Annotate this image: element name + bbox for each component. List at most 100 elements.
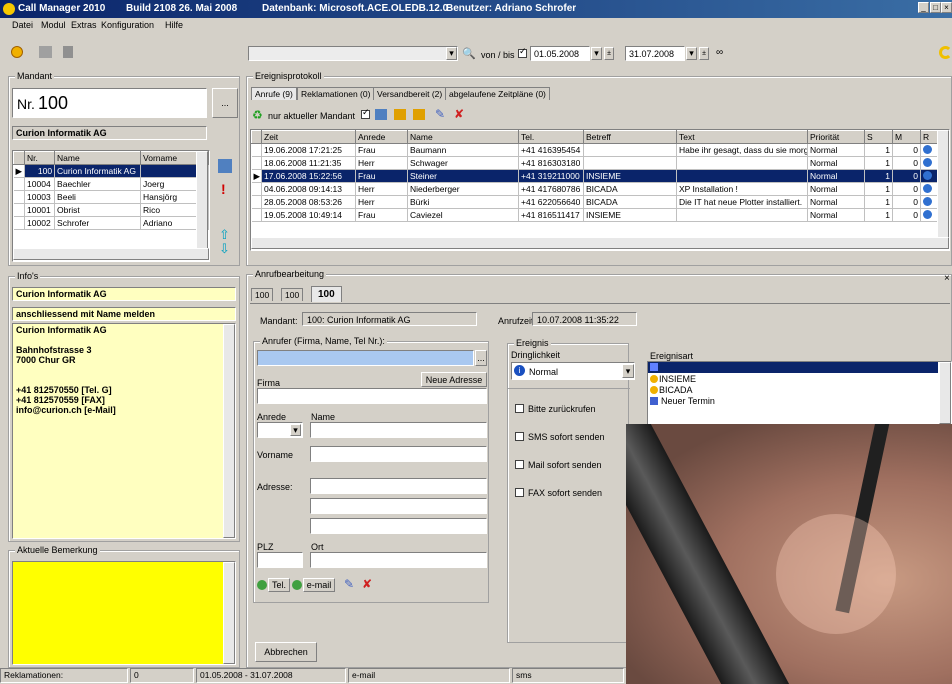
- date-from-field[interactable]: 01.05.2008: [530, 46, 590, 61]
- ereignisart-scrollbar[interactable]: [939, 362, 951, 424]
- ereignisart-item-bicada[interactable]: BICADA: [659, 385, 693, 395]
- contacts-icon[interactable]: [218, 159, 232, 173]
- maximize-button[interactable]: □: [930, 2, 941, 13]
- table-row[interactable]: 10002 Schrofer Adriano: [13, 216, 209, 230]
- minimize-button[interactable]: _: [918, 2, 929, 13]
- email-button[interactable]: e-mail: [303, 578, 335, 592]
- menu-extras[interactable]: Extras: [71, 20, 97, 30]
- tab-call-3[interactable]: 100: [311, 286, 342, 302]
- bemerkung-scrollbar[interactable]: [223, 562, 235, 664]
- date-from-spinner[interactable]: ±: [604, 47, 614, 60]
- col-zeit[interactable]: Zeit: [261, 130, 356, 144]
- date-to-dropdown[interactable]: ▾: [686, 47, 697, 60]
- table-row[interactable]: 19.06.2008 17:21:25 Frau Baumann +41 416395…: [251, 143, 949, 157]
- menu-hilfe[interactable]: Hilfe: [165, 20, 183, 30]
- glasses-icon[interactable]: ∞: [716, 47, 723, 58]
- fax-checkbox[interactable]: [515, 488, 524, 497]
- ereignisart-item-termin[interactable]: Neuer Termin: [661, 396, 715, 406]
- anrufer-search-field[interactable]: [257, 350, 474, 366]
- mail-checkbox[interactable]: [515, 460, 524, 469]
- abbrechen-button[interactable]: Abbrechen: [255, 642, 317, 662]
- mandant-browse-button[interactable]: ...: [212, 88, 238, 118]
- menu-datei[interactable]: Datei: [12, 20, 33, 30]
- search-icon[interactable]: 🔍: [462, 47, 476, 60]
- adresse-field-3[interactable]: [310, 518, 487, 534]
- table-row[interactable]: 04.06.2008 09:14:13 Herr Niederberger +41 4…: [251, 182, 949, 196]
- mandant-hscrollbar[interactable]: [13, 248, 209, 260]
- tab-versandbereit[interactable]: Versandbereit (2): [373, 87, 447, 100]
- ereignisart-item-insieme[interactable]: INSIEME: [659, 374, 696, 384]
- name-field[interactable]: [310, 422, 487, 438]
- anrede-dropdown[interactable]: ▾: [290, 424, 301, 436]
- tab-reklamationen[interactable]: Reklamationen (0): [297, 87, 375, 100]
- dringlichkeit-dropdown[interactable]: ▾: [622, 364, 634, 378]
- tab-anrufe[interactable]: Anrufe (9): [251, 87, 297, 100]
- plz-field[interactable]: [257, 552, 303, 568]
- mail-send-icon[interactable]: [292, 580, 302, 590]
- edit-icon[interactable]: ✎: [344, 577, 354, 591]
- sms-checkbox[interactable]: [515, 432, 524, 441]
- alert-icon[interactable]: !: [221, 181, 226, 197]
- col-anrede[interactable]: Anrede: [355, 130, 408, 144]
- dringlichkeit-select[interactable]: i Normal: [511, 362, 635, 380]
- table-row[interactable]: 28.05.2008 08:53:26 Herr Bürki +41 62205664…: [251, 195, 949, 209]
- firma-field[interactable]: [257, 388, 487, 404]
- menu-modul[interactable]: Modul: [41, 20, 66, 30]
- refresh-icon[interactable]: ♻: [252, 108, 263, 122]
- delete-icon[interactable]: ✘: [454, 107, 464, 121]
- bemerkung-text[interactable]: [12, 561, 236, 665]
- phone-icon[interactable]: [394, 109, 406, 120]
- mandant-vscrollbar[interactable]: [196, 151, 208, 249]
- infos-scrollbar[interactable]: [223, 324, 235, 538]
- anrufer-browse-button[interactable]: ...: [475, 350, 487, 366]
- col-m[interactable]: M: [892, 130, 921, 144]
- date-to-field[interactable]: 31.07.2008: [625, 46, 685, 61]
- ereignisart-selected-row[interactable]: [648, 362, 938, 373]
- print-icon[interactable]: [375, 109, 387, 120]
- protokoll-hscrollbar[interactable]: [251, 237, 949, 249]
- date-to-spinner[interactable]: ±: [699, 47, 709, 60]
- adresse-field-2[interactable]: [310, 498, 487, 514]
- rueckruf-checkbox[interactable]: [515, 404, 524, 413]
- neue-adresse-button[interactable]: Neue Adresse: [421, 372, 487, 387]
- table-row[interactable]: 10001 Obrist Rico: [13, 203, 209, 217]
- tab-abgelaufene[interactable]: abgelaufene Zeitpläne (0): [445, 87, 550, 100]
- table-row[interactable]: 10004 Baechler Joerg: [13, 177, 209, 191]
- users-icon[interactable]: [39, 46, 52, 58]
- table-row[interactable]: 18.06.2008 11:21:35 Herr Schwager +41 81630…: [251, 156, 949, 170]
- table-row[interactable]: ▶ 100 Curion Informatik AG: [13, 164, 209, 178]
- col-prioritaet[interactable]: Priorität: [807, 130, 865, 144]
- tel-button[interactable]: Tel.: [268, 578, 290, 592]
- close-panel-icon[interactable]: ×: [944, 273, 950, 284]
- col-name[interactable]: Name: [54, 151, 142, 165]
- ereignisart-list[interactable]: INSIEME BICADA Neuer Termin: [647, 361, 952, 425]
- arrow-down-icon[interactable]: ⇩: [219, 241, 230, 257]
- date-from-dropdown[interactable]: ▾: [591, 47, 602, 60]
- edit-icon[interactable]: ✎: [435, 107, 445, 121]
- mandant-nr-field[interactable]: Nr. 100: [12, 88, 207, 118]
- close-button[interactable]: ×: [941, 2, 952, 13]
- col-name[interactable]: Name: [407, 130, 519, 144]
- menu-konfiguration[interactable]: Konfiguration: [101, 20, 154, 30]
- table-row[interactable]: 19.05.2008 10:49:14 Frau Caviezel +41 81651…: [251, 208, 949, 222]
- col-text[interactable]: Text: [676, 130, 808, 144]
- infos-text[interactable]: Curion Informatik AG Bahnhofstrasse 3 70…: [12, 323, 236, 539]
- tab-call-1[interactable]: 100: [251, 288, 274, 301]
- col-tel[interactable]: Tel.: [518, 130, 584, 144]
- smiley-icon[interactable]: [11, 46, 23, 58]
- delete-icon[interactable]: ✘: [362, 577, 372, 591]
- phone-out-icon[interactable]: [413, 109, 425, 120]
- protokoll-vscrollbar[interactable]: [937, 130, 949, 238]
- ort-field[interactable]: [310, 552, 487, 568]
- adresse-field-1[interactable]: [310, 478, 487, 494]
- col-s[interactable]: S: [864, 130, 893, 144]
- search-combo-dropdown[interactable]: ▾: [446, 47, 457, 60]
- col-betreff[interactable]: Betreff: [583, 130, 677, 144]
- table-row[interactable]: ▶ 17.06.2008 15:22:56 Frau Steiner +41 31921…: [251, 169, 949, 183]
- book-icon[interactable]: [63, 46, 73, 58]
- tab-call-2[interactable]: 100: [281, 288, 304, 301]
- table-row[interactable]: 10003 Beeli Hansjörg: [13, 190, 209, 204]
- col-nr[interactable]: Nr.: [24, 151, 56, 165]
- vorname-field[interactable]: [310, 446, 487, 462]
- search-combo[interactable]: [248, 46, 458, 61]
